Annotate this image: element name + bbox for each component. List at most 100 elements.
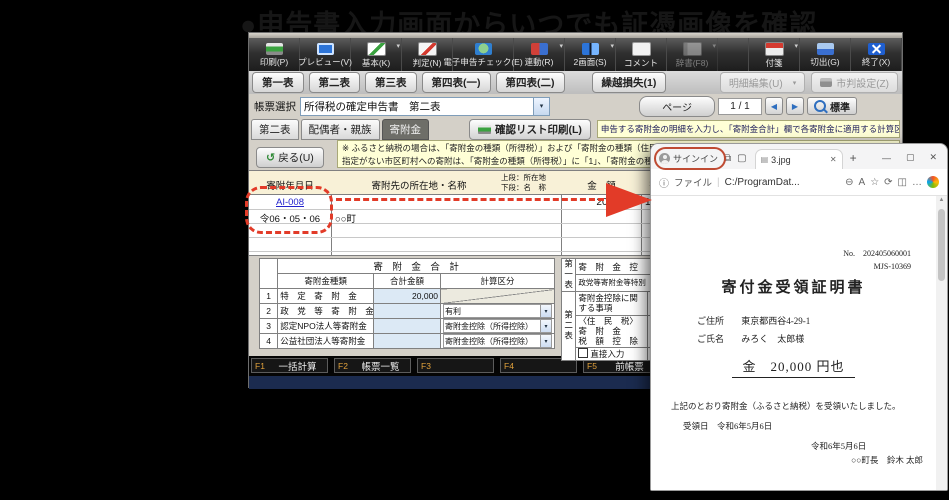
amount-cell[interactable] [372, 303, 442, 319]
header-hint-bottom: 下段：名 称 [501, 183, 546, 192]
chevron-down-icon: ▾ [610, 43, 614, 50]
chevron-down-icon: ▾ [540, 335, 551, 347]
header-addr-name: 寄附先の所在地・名称 [371, 181, 467, 192]
carryover-loss-button[interactable]: 繰越損失(1) [591, 72, 667, 93]
scrollbar[interactable]: ▲ [936, 196, 947, 490]
scroll-up-icon[interactable]: ▲ [936, 197, 947, 203]
donation-recipient[interactable]: ○○町 [335, 211, 356, 225]
tab-donation[interactable]: 寄附金 [381, 118, 429, 140]
dual-screen-button[interactable]: 2画面(S) ▾ [565, 38, 616, 71]
signin-button[interactable]: サインイン [659, 152, 718, 165]
type-cell: 政 党 等 寄 附 金 [277, 303, 374, 319]
receipt-issue-date: 令和6年5月6日 [811, 441, 867, 451]
page-next-button[interactable]: ▶ [786, 97, 804, 115]
tab-close-icon[interactable]: ✕ [830, 155, 837, 164]
minimize-button[interactable]: — [882, 153, 891, 163]
link-button[interactable]: 連動(R) ▾ [514, 38, 565, 71]
maximize-button[interactable]: ▢ [906, 152, 915, 163]
read-aloud-icon[interactable]: A [859, 177, 866, 188]
calc-dropdown[interactable]: 寄附金控除（所得控除） ▾ [443, 334, 552, 348]
screenshot-canvas: ●申告書入力画面からいつでも証憑画像を確認 印刷(P) プレビュー(V) 基本(… [0, 0, 949, 500]
main-toolbar: 印刷(P) プレビュー(V) 基本(K) ▾ 判定(N) 電子申告チェック(E) [249, 38, 902, 71]
edge-browser-window: サインイン ⧉ ▢ ▤ 3.jpg ✕ + — ▢ ✕ ⓘ ファイル | C:/… [650, 143, 948, 491]
more-menu-icon[interactable]: … [912, 177, 922, 188]
scrollbar-thumb[interactable] [938, 209, 945, 281]
stamp-setting-button[interactable]: 市判設定(Z) [811, 72, 898, 93]
tab-sheet3[interactable]: 第三表 [365, 72, 417, 93]
basic-button[interactable]: 基本(K) ▾ [351, 38, 402, 71]
close-button[interactable]: ✕ [929, 152, 937, 163]
type-cell: 認定NPO法人等寄附金 [277, 318, 374, 334]
form-select[interactable]: 所得税の確定申告書 第二表 ▾ [300, 96, 550, 116]
fn-f2-button[interactable]: F2 帳票一覧 [334, 358, 411, 373]
tab-sheet4-1[interactable]: 第四表(一) [421, 72, 491, 93]
etax-check-button[interactable]: 電子申告チェック(E) [443, 38, 523, 71]
chevron-down-icon: ▾ [540, 305, 551, 317]
tab-second-sheet[interactable]: 第二表 [251, 118, 299, 140]
form-select-label: 帳票選択 [254, 100, 296, 113]
sub-tab-row: 第二表 配偶者・親族 寄附金 確認リスト印刷(L) 申告する寄附金の明細を入力し… [249, 118, 902, 140]
fn-f3-button[interactable]: F3 [417, 358, 494, 373]
button-label: 戻る(U) [278, 152, 314, 164]
donation-amount[interactable]: 20,000 [561, 197, 627, 208]
header-total: 合計金額 [372, 273, 442, 289]
button-label: 印刷(P) [259, 56, 289, 67]
donation-date[interactable]: 令06・05・06 [249, 211, 331, 225]
back-button[interactable]: ↺ 戻る(U) [256, 147, 324, 168]
receipt-document: No. 202405060001 MJS-10369 寄付金受領証明書 ご住所 … [651, 196, 947, 490]
dictionary-button[interactable]: 辞書(F8) ▾ [667, 38, 718, 71]
comment-button[interactable]: コメント [616, 38, 667, 71]
preview-button[interactable]: プレビュー(V) [298, 38, 352, 71]
tab-sheet4-2[interactable]: 第四表(二) [495, 72, 565, 93]
window-cut-icon [816, 42, 834, 55]
tab-spouse-family[interactable]: 配偶者・親族 [300, 118, 380, 140]
new-tab-button[interactable]: + [850, 151, 857, 165]
sticky-note-button[interactable]: 付箋 ▾ [749, 38, 800, 71]
cutout-button[interactable]: 切出(G) [800, 38, 851, 71]
page-indicator: 1 / 1 [718, 97, 762, 115]
tab-actions-icon[interactable]: ▢ [737, 153, 746, 164]
comment-box-icon [631, 41, 651, 56]
confirm-list-print-button[interactable]: 確認リスト印刷(L) [469, 118, 591, 140]
direct-input-checkbox[interactable] [578, 348, 589, 358]
group-sheet1-label: 第一表 [560, 258, 577, 292]
exit-button[interactable]: 終了(X) [851, 38, 902, 71]
receipt-name-line: ご氏名 みろく 太郎様 [697, 334, 805, 344]
tab-sheet1[interactable]: 第一表 [252, 72, 304, 93]
button-label: 終了(X) [861, 56, 891, 67]
favorite-star-icon[interactable]: ☆ [870, 177, 879, 188]
fn-f1-button[interactable]: F1 一括計算 [251, 358, 328, 373]
button-label: 標準 [830, 102, 850, 114]
browser-tab[interactable]: ▤ 3.jpg ✕ [754, 149, 843, 169]
workspaces-icon[interactable]: ⧉ [724, 153, 731, 164]
refresh-icon[interactable]: ⟳ [884, 177, 892, 188]
chevron-down-icon: ▾ [792, 79, 797, 87]
print-button[interactable]: 印刷(P) [249, 38, 300, 71]
address-path[interactable]: C:/ProgramDat... [725, 177, 841, 188]
pin-icon [764, 41, 784, 56]
tab-sheet2[interactable]: 第二表 [308, 72, 360, 93]
zoom-standard-button[interactable]: 標準 [807, 97, 857, 115]
info-icon[interactable]: ⓘ [659, 175, 669, 190]
detail-edit-button[interactable]: 明細編集(U) ▾ [719, 72, 806, 93]
protocol-label: ファイル [674, 178, 713, 189]
calc-cell: 寄附金控除（所得控除） ▾ [440, 318, 555, 334]
stamp-icon [820, 78, 833, 87]
amount-cell[interactable]: 20,000 [372, 288, 442, 304]
edge-address-bar[interactable]: ⓘ ファイル | C:/ProgramDat... ⊖ A ☆ ⟳ ◫ … [651, 169, 947, 196]
receipt-address-line: ご住所 東京都西谷4-29-1 [697, 316, 811, 326]
amount-cell[interactable] [372, 318, 442, 334]
form-select-value: 所得税の確定申告書 第二表 [304, 100, 441, 113]
page-prev-button[interactable]: ◀ [765, 97, 783, 115]
copilot-icon[interactable] [927, 176, 939, 188]
type-cell: 公益社団法人等寄附金 [277, 333, 374, 349]
chevron-down-icon: ▾ [559, 43, 563, 50]
file-icon: ▤ [760, 155, 769, 164]
page-button[interactable]: ページ [639, 95, 715, 117]
calc-dropdown[interactable]: 有利 ▾ [443, 304, 552, 318]
amount-cell[interactable] [372, 333, 442, 349]
split-screen-icon[interactable]: ◫ [898, 177, 907, 188]
evidence-image-link[interactable]: AI-008 [249, 197, 331, 208]
calc-dropdown[interactable]: 寄附金控除（所得控除） ▾ [443, 319, 552, 333]
zoom-out-icon[interactable]: ⊖ [845, 177, 853, 188]
